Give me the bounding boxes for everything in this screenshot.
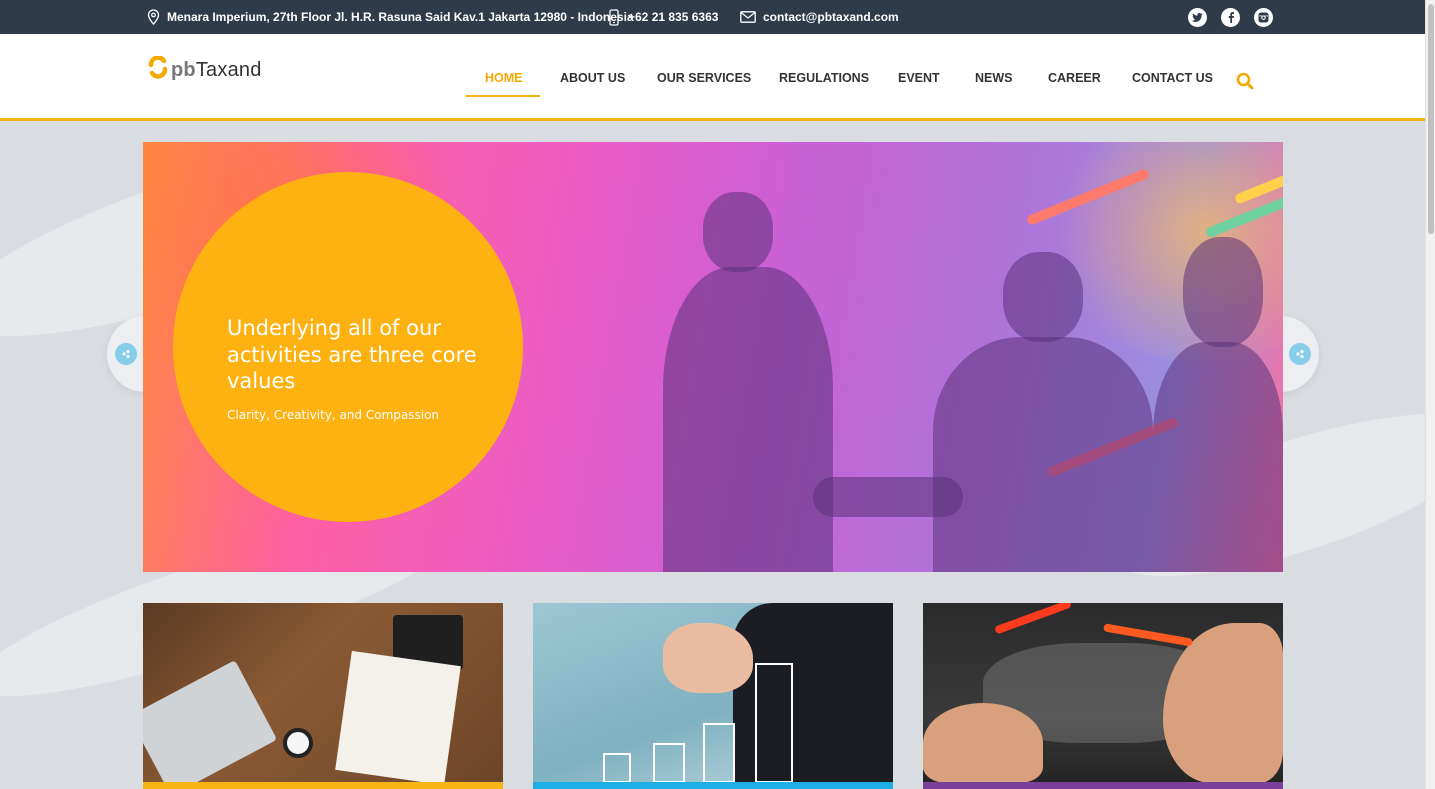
card-image-network-arrow [994, 603, 1072, 635]
address-info: Menara Imperium, 27th Floor Jl. H.R. Ras… [147, 0, 634, 34]
card-image-papers [335, 650, 461, 786]
hero-handshake [813, 477, 963, 517]
card-image-bar-chart [603, 753, 631, 783]
hero-person-silhouette [703, 192, 773, 272]
hero-slide: Underlying all of our activities are thr… [143, 142, 1283, 572]
logo-text: pbTaxand [171, 59, 262, 81]
nav-career[interactable]: CAREER [1048, 71, 1101, 85]
feature-card-2[interactable] [533, 603, 893, 789]
nav-news[interactable]: NEWS [975, 71, 1013, 85]
card-image-coffee [283, 728, 313, 758]
nav-event[interactable]: EVENT [898, 71, 940, 85]
hero-person-silhouette [1003, 252, 1083, 342]
hero-title: Underlying all of our activities are thr… [227, 316, 477, 393]
site-header: pbTaxand HOME ABOUT US OUR SERVICES REGU… [0, 34, 1425, 121]
facebook-icon[interactable] [1221, 8, 1240, 27]
phone-info[interactable]: +62 21 835 6363 [609, 0, 718, 34]
site-logo[interactable]: pbTaxand [147, 56, 262, 80]
instagram-icon[interactable] [1254, 8, 1273, 27]
feature-card-3[interactable] [923, 603, 1283, 789]
slider-next-icon [1289, 343, 1311, 365]
slider-prev-icon [115, 343, 137, 365]
search-icon[interactable] [1236, 72, 1254, 90]
card-accent-bar [143, 782, 503, 789]
mobile-phone-icon [609, 8, 619, 26]
email-text: contact@pbtaxand.com [763, 10, 899, 24]
card-image-hands [1163, 623, 1283, 783]
page-scrollbar[interactable] [1425, 0, 1435, 789]
hero-subtitle: Clarity, Creativity, and Compassion [227, 408, 440, 422]
card-image-bar-chart [703, 723, 735, 783]
card-image-hands [923, 703, 1043, 783]
hero-person-silhouette [1153, 342, 1283, 572]
card-accent-bar [923, 782, 1283, 789]
twitter-icon[interactable] [1188, 8, 1207, 27]
feature-card-1[interactable] [143, 603, 503, 789]
pbtaxand-logo-mark [148, 56, 168, 79]
envelope-icon [740, 11, 756, 23]
nav-regulations[interactable]: REGULATIONS [779, 71, 869, 85]
email-info[interactable]: contact@pbtaxand.com [740, 0, 899, 34]
nav-about-us[interactable]: ABOUT US [560, 71, 625, 85]
active-nav-indicator [466, 95, 540, 97]
hero-person-silhouette [663, 267, 833, 572]
hero-caption-circle: Underlying all of our activities are thr… [173, 172, 523, 522]
address-text: Menara Imperium, 27th Floor Jl. H.R. Ras… [167, 10, 634, 24]
card-image-hand [663, 623, 753, 693]
phone-text: +62 21 835 6363 [628, 10, 719, 24]
hero-person-silhouette [1183, 237, 1263, 347]
scrollbar-thumb[interactable] [1428, 4, 1434, 234]
hero-person-silhouette [933, 337, 1153, 572]
card-image-bar-chart [653, 743, 685, 783]
card-image-laptop [143, 660, 278, 789]
nav-home[interactable]: HOME [485, 71, 523, 85]
location-pin-icon [147, 9, 160, 25]
nav-contact-us[interactable]: CONTACT US [1132, 71, 1213, 85]
top-info-bar: Menara Imperium, 27th Floor Jl. H.R. Ras… [0, 0, 1425, 34]
nav-our-services[interactable]: OUR SERVICES [657, 71, 751, 85]
card-accent-bar [533, 782, 893, 789]
card-image-bar-chart [755, 663, 793, 783]
